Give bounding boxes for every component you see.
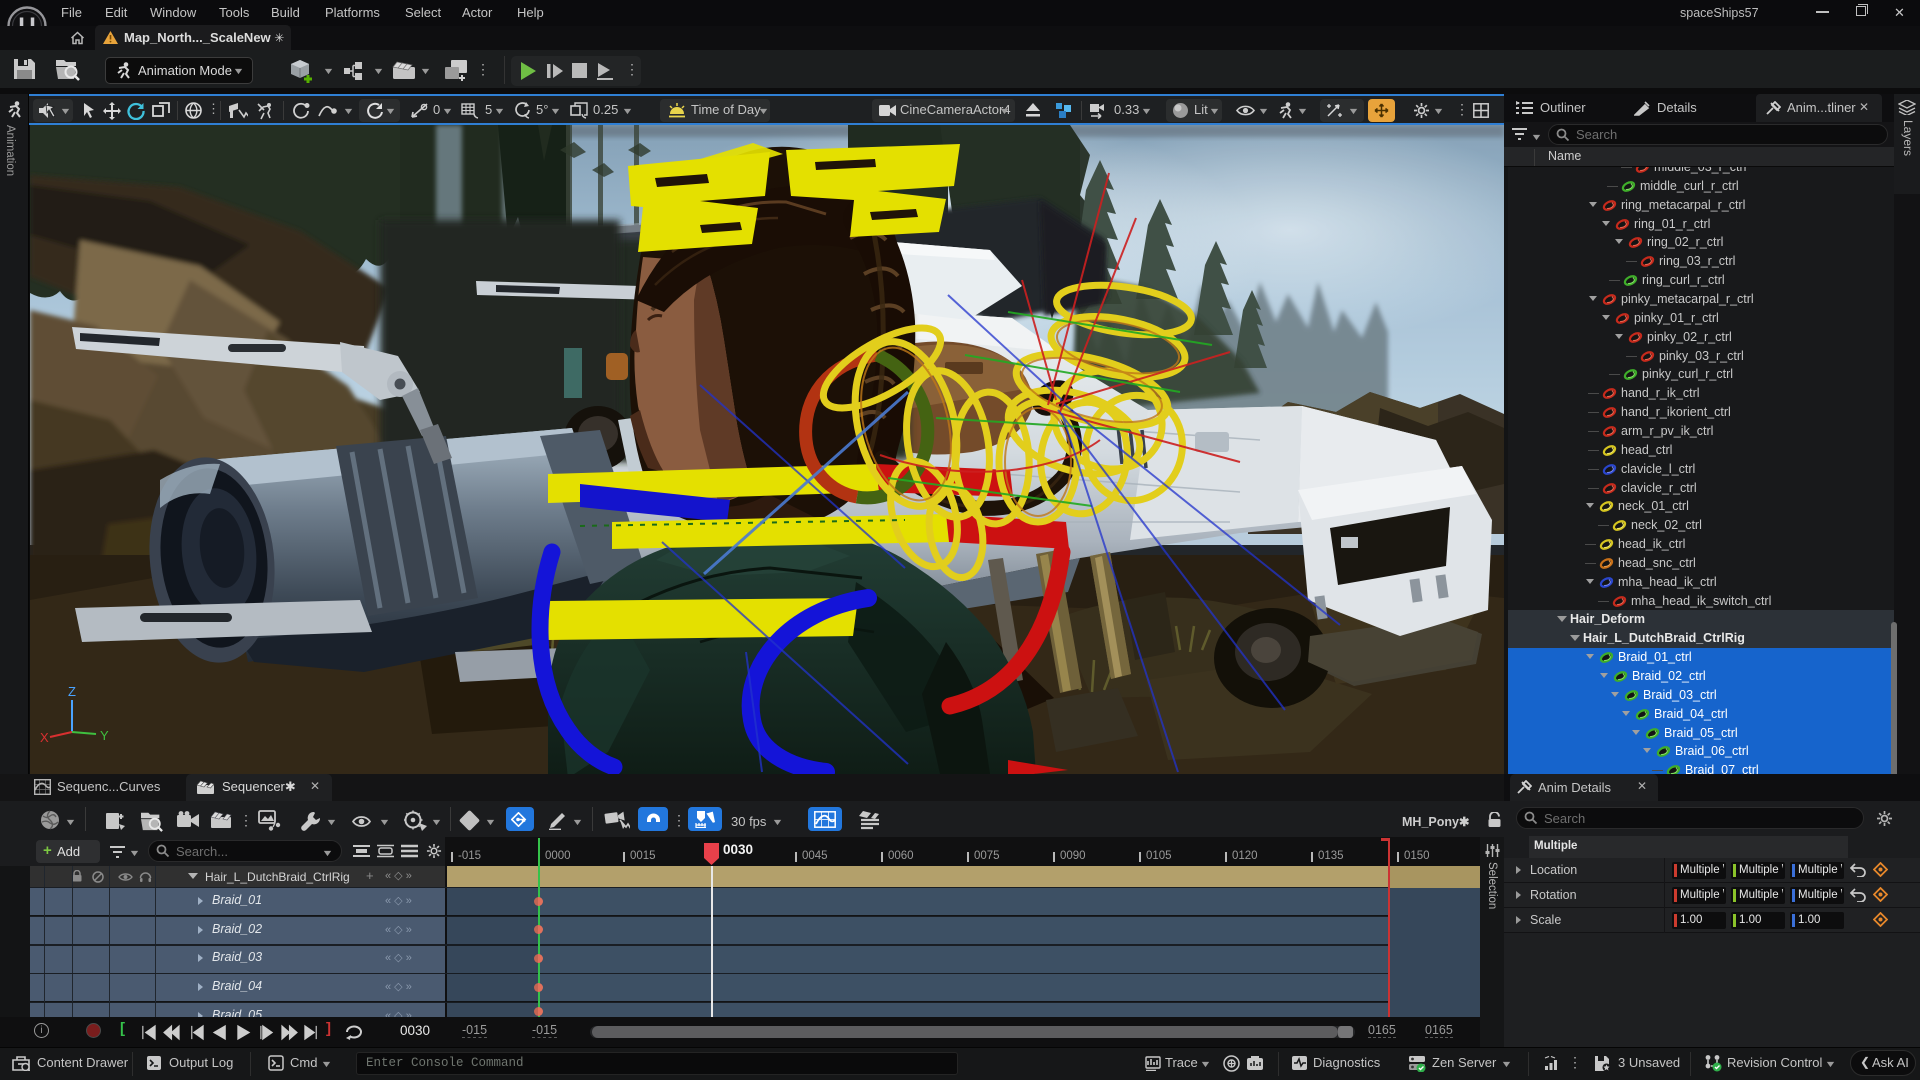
svg-text:Y: Y xyxy=(100,728,109,743)
svg-text:X: X xyxy=(40,730,49,745)
svg-text:Z: Z xyxy=(68,684,76,699)
